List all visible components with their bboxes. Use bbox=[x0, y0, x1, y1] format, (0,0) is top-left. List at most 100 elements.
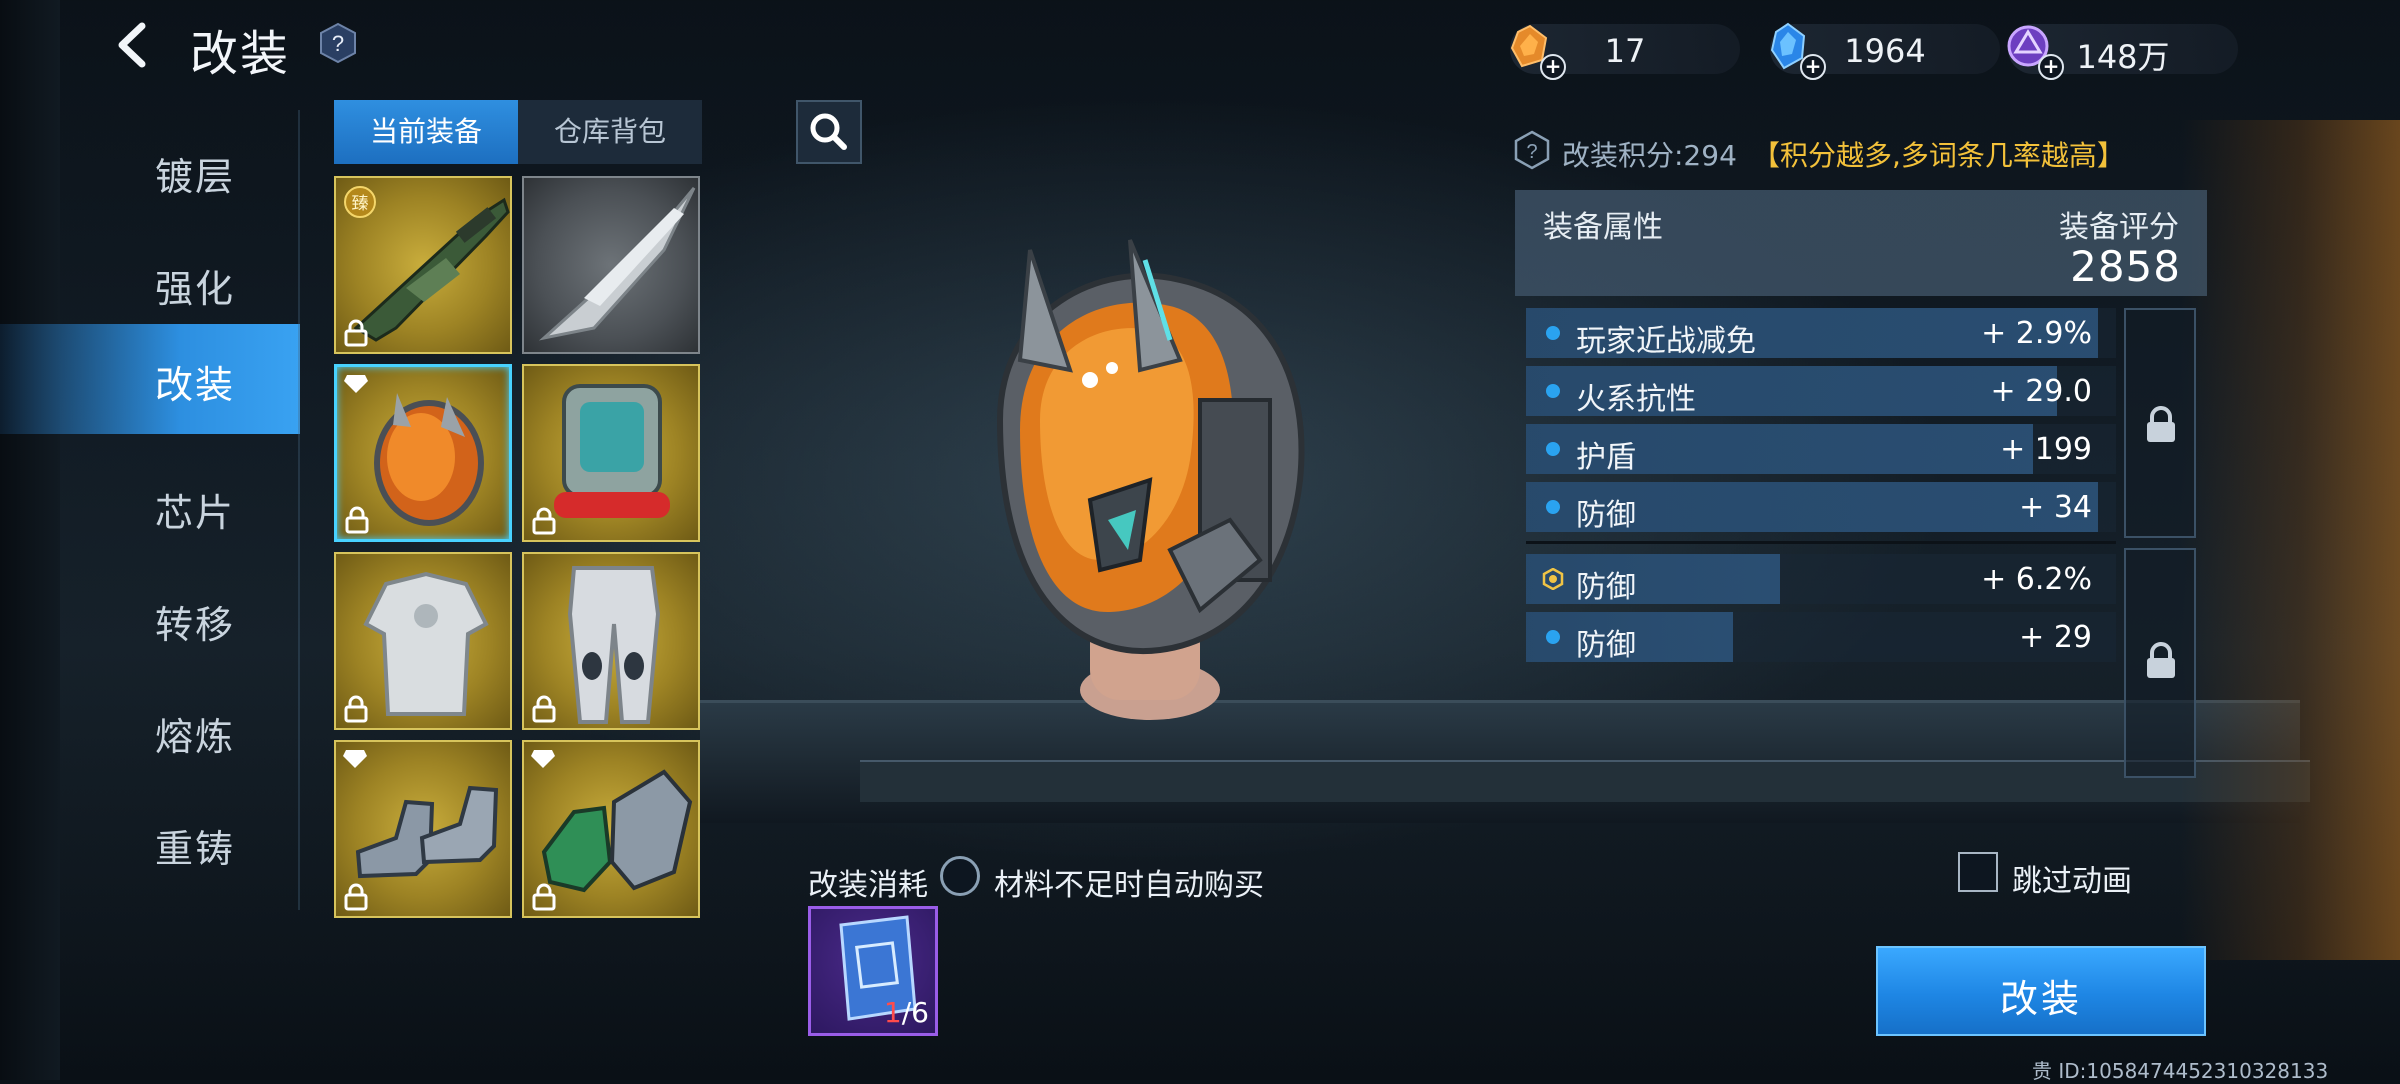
score-label: 改装积分:294 bbox=[1562, 139, 1737, 172]
attribute-name: 护盾 bbox=[1576, 440, 1636, 475]
modify-button-label: 改装 bbox=[1999, 977, 2082, 1021]
currency-purple-value: 148万 bbox=[2076, 38, 2170, 76]
nav-item-transfer[interactable]: 转移 bbox=[0, 564, 300, 674]
lock-group-2-button[interactable] bbox=[2124, 548, 2196, 778]
lock-icon bbox=[344, 319, 368, 347]
search-button[interactable] bbox=[796, 100, 862, 164]
attribute-row: 防御 + 34 bbox=[1526, 482, 2116, 533]
equipment-slot-chest[interactable] bbox=[334, 552, 512, 730]
page-title: 改装 bbox=[190, 26, 291, 82]
equipment-slot-rifle[interactable]: 臻 bbox=[334, 176, 512, 354]
bullet-icon bbox=[1546, 384, 1560, 398]
attribute-value: + 199 bbox=[2000, 432, 2092, 467]
lock-icon bbox=[532, 507, 556, 535]
lock-icon bbox=[345, 506, 369, 534]
lock-icon bbox=[2147, 406, 2175, 442]
gem-icon bbox=[344, 375, 368, 393]
attribute-name: 玩家近战减免 bbox=[1576, 324, 1756, 359]
equipment-slot-boots[interactable] bbox=[334, 740, 512, 918]
tab-current-equipment[interactable]: 当前装备 bbox=[334, 100, 518, 164]
lock-icon bbox=[2147, 642, 2175, 678]
attribute-name: 火系抗性 bbox=[1576, 382, 1696, 417]
equipment-slot-blade-rifle[interactable] bbox=[522, 176, 700, 354]
attribute-value: + 29.0 bbox=[1990, 374, 2092, 409]
equipment-slot-backpack[interactable] bbox=[522, 364, 700, 542]
currency-blue-value: 1964 bbox=[1844, 32, 1926, 70]
attribute-value: + 2.9% bbox=[1981, 316, 2092, 351]
nav-item-recast[interactable]: 重铸 bbox=[0, 788, 300, 898]
lock-icon bbox=[344, 695, 368, 723]
attribute-row: 火系抗性 + 29.0 bbox=[1526, 366, 2116, 417]
attribute-name: 防御 bbox=[1576, 628, 1636, 663]
modify-button[interactable]: 改装 bbox=[1876, 946, 2206, 1036]
attribute-row: 护盾 + 199 bbox=[1526, 424, 2116, 475]
bullet-icon bbox=[1546, 630, 1560, 644]
bullet-icon bbox=[1546, 442, 1560, 456]
background-light bbox=[2180, 120, 2400, 960]
attribute-name: 防御 bbox=[1576, 570, 1636, 605]
attributes-header: 装备属性 装备评分 2858 bbox=[1515, 190, 2207, 296]
nav-label: 芯片 bbox=[155, 491, 236, 535]
attribute-value: + 29 bbox=[2019, 620, 2092, 655]
nav-item-enhance[interactable]: 强化 bbox=[0, 228, 300, 338]
score-hint: 【积分越多,多词条几率越高】 bbox=[1752, 139, 2125, 172]
attribute-row: 防御 + 6.2% bbox=[1526, 554, 2116, 605]
help-icon: ? bbox=[320, 22, 356, 64]
auto-buy-label[interactable]: 材料不足时自动购买 bbox=[994, 860, 1264, 904]
nav-item-modify[interactable]: 改装 bbox=[0, 324, 300, 434]
equipment-slot-helmet[interactable] bbox=[334, 364, 512, 542]
equipment-slot-gloves[interactable] bbox=[522, 740, 700, 918]
nav-divider bbox=[298, 110, 300, 910]
currency-purple[interactable]: + 148万 bbox=[2007, 24, 2238, 80]
help-button[interactable]: ? bbox=[318, 22, 358, 64]
nav-item-chip[interactable]: 芯片 bbox=[0, 452, 300, 562]
lock-icon bbox=[532, 695, 556, 723]
equipment-slot-legs[interactable] bbox=[522, 552, 700, 730]
skip-animation-label[interactable]: 跳过动画 bbox=[2012, 856, 2132, 900]
attribute-value: + 34 bbox=[2019, 490, 2092, 525]
material-count: 1/6 bbox=[883, 996, 929, 1029]
search-icon bbox=[810, 113, 847, 150]
attributes-title: 装备属性 bbox=[1543, 210, 1663, 245]
bullet-icon bbox=[1546, 500, 1560, 514]
nav-label: 改装 bbox=[155, 363, 236, 407]
special-hex-icon bbox=[1542, 568, 1564, 590]
attribute-value: + 6.2% bbox=[1981, 562, 2092, 597]
svg-text:?: ? bbox=[332, 31, 344, 56]
lock-icon bbox=[344, 883, 368, 911]
svg-text:臻: 臻 bbox=[352, 194, 369, 214]
nav-item-plating[interactable]: 镀层 bbox=[0, 116, 300, 226]
helmet-preview[interactable] bbox=[940, 220, 1360, 740]
background-platform bbox=[860, 760, 2310, 802]
auto-buy-radio[interactable] bbox=[940, 856, 980, 896]
nav-item-smelt[interactable]: 熔炼 bbox=[0, 676, 300, 786]
attribute-bar bbox=[1526, 554, 1780, 604]
material-item[interactable]: 1/6 bbox=[808, 906, 938, 1036]
rarity-badge-icon: 臻 bbox=[344, 186, 376, 218]
chevron-left-icon bbox=[118, 22, 146, 68]
rating-label: 装备评分 bbox=[2059, 210, 2179, 245]
attribute-row: 防御 + 29 bbox=[1526, 612, 2116, 663]
currency-orange[interactable]: + 17 bbox=[1510, 24, 1740, 80]
attribute-name: 防御 bbox=[1576, 498, 1636, 533]
lock-icon bbox=[532, 883, 556, 911]
nav-label: 镀层 bbox=[155, 155, 236, 199]
lock-group-1-button[interactable] bbox=[2124, 308, 2196, 538]
blade-rifle-icon bbox=[538, 187, 696, 341]
skip-animation-checkbox[interactable] bbox=[1958, 852, 1998, 892]
nav-label: 重铸 bbox=[155, 827, 236, 871]
gem-icon bbox=[343, 750, 367, 768]
cost-label: 改装消耗 bbox=[808, 868, 928, 903]
currency-blue[interactable]: + 1964 bbox=[1770, 22, 2000, 80]
back-button[interactable] bbox=[108, 20, 158, 70]
nav-label: 强化 bbox=[155, 267, 236, 311]
attribute-row: 玩家近战减免 + 2.9% bbox=[1526, 308, 2116, 359]
divider bbox=[1526, 541, 2116, 544]
tab-warehouse[interactable]: 仓库背包 bbox=[518, 100, 702, 164]
nav-label: 熔炼 bbox=[155, 715, 236, 759]
svg-text:?: ? bbox=[1526, 141, 1537, 163]
nav-label: 转移 bbox=[155, 603, 236, 647]
rating-value: 2858 bbox=[2070, 242, 2181, 291]
currency-orange-value: 17 bbox=[1604, 32, 1646, 70]
help-icon[interactable]: ? bbox=[1512, 130, 1552, 170]
